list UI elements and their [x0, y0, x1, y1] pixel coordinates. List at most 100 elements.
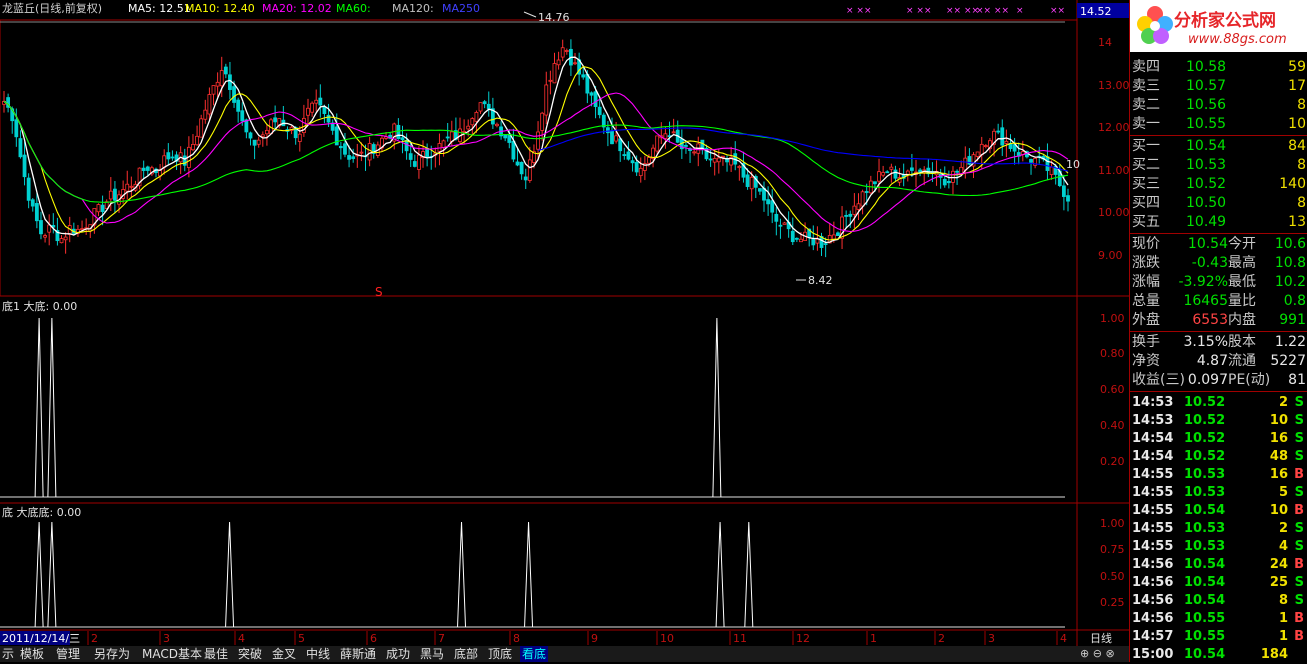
candle-body — [889, 166, 894, 170]
toolbar-button[interactable]: 最佳 — [202, 646, 230, 662]
candle-body — [626, 151, 631, 160]
toolbar-button[interactable]: 黑马 — [418, 646, 446, 662]
stat-row: 涨幅 -3.92% 最低 10.2 — [1130, 273, 1307, 291]
tick-time: 14:55 — [1132, 503, 1174, 518]
logo-url: www.88gs.com — [1188, 32, 1287, 47]
stat-row: 换手 3.15% 股本 1.22 — [1130, 333, 1307, 351]
toolbar-button[interactable]: 突破 — [236, 646, 264, 662]
toolbar-button[interactable]: 薛斯通 — [338, 646, 378, 662]
signal-spike — [457, 521, 467, 628]
candle-body — [30, 199, 35, 207]
chart-area[interactable]: 龙蓝丘(日线,前复权) MA5: 12.51 MA10: 12.40 MA20:… — [0, 0, 1130, 662]
y-tick: 11.00 — [1098, 164, 1130, 177]
divider — [1130, 391, 1307, 392]
toolbar-button[interactable]: MACD基本 — [140, 646, 204, 662]
stat-value: -3.92% — [1178, 274, 1228, 290]
x-axis-ticks: 2 3 4 5 6 7 8 9 10 11 12 1 2 3 4 — [87, 631, 1067, 645]
candle-body — [540, 112, 545, 131]
candle-body — [873, 181, 877, 185]
tick-row: 14:54 10.52 16 S — [1130, 430, 1307, 448]
candle-body — [63, 236, 68, 241]
tick-time: 14:55 — [1132, 521, 1174, 536]
toolbar-button[interactable]: 示 — [0, 646, 16, 662]
candle-body — [338, 146, 343, 149]
tick-time: 14:57 — [1132, 629, 1174, 644]
candle-body — [310, 102, 315, 113]
candle-body — [684, 144, 688, 147]
stat-label: PE(动) — [1228, 372, 1271, 388]
candle-body — [367, 143, 372, 161]
bid-row[interactable]: 买二 10.53 8 — [1130, 156, 1307, 174]
candle-body — [618, 138, 623, 152]
candle-body — [273, 117, 278, 123]
toolbar-button[interactable]: 管理 — [54, 646, 82, 662]
bid-volume: 140 — [1279, 176, 1306, 192]
ask-volume: 10 — [1288, 116, 1306, 132]
toolbar-button[interactable]: 成功 — [384, 646, 412, 662]
candle-body — [790, 230, 795, 243]
signal-spike — [712, 317, 722, 498]
stat-label: 涨跌 — [1132, 255, 1160, 271]
candle-body — [330, 122, 335, 131]
tick-side: S — [1294, 449, 1304, 464]
sell-marker: S — [375, 285, 383, 299]
tick-volume: 1 — [1278, 611, 1288, 626]
bid-label: 买一 — [1132, 138, 1160, 154]
divider — [1130, 135, 1307, 136]
ma5-line — [3, 56, 1069, 244]
toolbar-button[interactable]: 底部 — [452, 646, 480, 662]
tick-time: 14:53 — [1132, 395, 1174, 410]
candle-body — [43, 235, 47, 238]
ma20-label: MA20: 12.02 — [262, 2, 332, 15]
zoom-in-icon[interactable]: ⊕ — [1080, 647, 1089, 660]
close-icon[interactable]: ⊗ — [1105, 647, 1114, 660]
toolbar-button[interactable]: 顶底 — [486, 646, 514, 662]
candle-body — [614, 135, 619, 142]
tick-side: S — [1294, 395, 1304, 410]
candle-body — [548, 79, 553, 82]
candle-body — [757, 188, 762, 192]
sub1-signals — [34, 317, 722, 498]
candle-body — [630, 160, 635, 164]
signal-spike — [47, 521, 57, 628]
ask-row[interactable]: 卖一 10.55 10 — [1130, 115, 1307, 133]
toolbar-button[interactable]: 看底 — [520, 646, 549, 662]
stat-value: -0.43 — [1191, 255, 1228, 271]
toolbar-button[interactable]: 另存为 — [92, 646, 132, 662]
candle-body — [585, 73, 590, 94]
stat-label: 内盘 — [1228, 312, 1256, 328]
bid-price: 10.54 — [1186, 138, 1227, 154]
tick-row: 14:56 10.54 24 B — [1130, 556, 1307, 574]
ask-row[interactable]: 卖三 10.57 17 — [1130, 77, 1307, 95]
stat-label: 净资 — [1132, 353, 1160, 369]
bid-row[interactable]: 买四 10.50 8 — [1130, 194, 1307, 212]
toolbar-button[interactable]: 金叉 — [270, 646, 298, 662]
bid-row[interactable]: 买五 10.49 13 — [1130, 213, 1307, 231]
high-price-label: 14.76 — [538, 11, 570, 24]
bid-row[interactable]: 买一 10.54 84 — [1130, 137, 1307, 155]
tick-side: S — [1294, 431, 1304, 446]
quote-panel: 分析家公式网 www.88gs.com 卖四 10.58 59 卖三 10.57… — [1129, 0, 1307, 662]
signal-spike — [225, 521, 235, 628]
sub2-title: 底 大底底: 0.00 — [2, 505, 81, 519]
tick-row: 14:53 10.52 2 S — [1130, 394, 1307, 412]
period-label[interactable]: 日线 — [1090, 631, 1112, 645]
toolbar-button[interactable]: 中线 — [304, 646, 332, 662]
candle-body — [503, 134, 508, 139]
toolbar-button[interactable]: 模板 — [18, 646, 46, 662]
stat-row: 收益(三) 0.097 PE(动) 81 — [1130, 371, 1307, 389]
tick-time: 14:56 — [1132, 575, 1174, 590]
candle-body — [39, 220, 43, 235]
bid-label: 买二 — [1132, 157, 1160, 173]
ask-row[interactable]: 卖二 10.56 8 — [1130, 96, 1307, 114]
bid-row[interactable]: 买三 10.52 140 — [1130, 175, 1307, 193]
toolbar-controls[interactable]: ⊕ ⊖ ⊗ — [1080, 646, 1130, 662]
ask-row[interactable]: 卖四 10.58 59 — [1130, 58, 1307, 76]
stat-label: 收益(三) — [1132, 372, 1185, 388]
zoom-out-icon[interactable]: ⊖ — [1093, 647, 1102, 660]
candle-body — [195, 135, 199, 146]
candle-body — [228, 74, 232, 90]
candle-body — [836, 232, 840, 236]
y-tick: 0.25 — [1100, 596, 1125, 609]
stat-value: 1.22 — [1274, 334, 1306, 350]
